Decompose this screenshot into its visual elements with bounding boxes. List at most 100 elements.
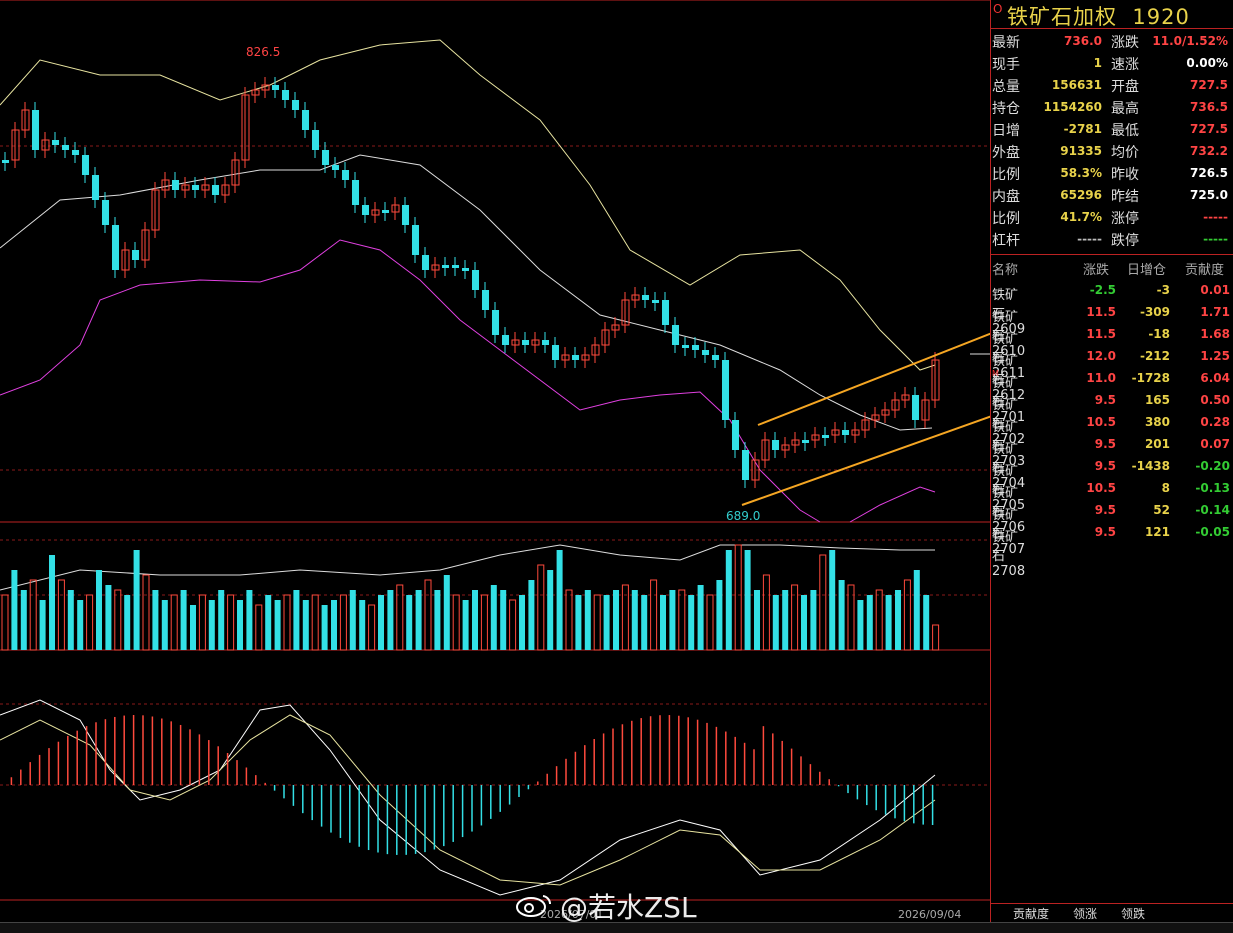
- volume-bar-down: [246, 590, 253, 650]
- contract-change: 11.5: [1086, 327, 1116, 341]
- contract-contribution: 1.71: [1200, 305, 1230, 319]
- volume-bar-down: [725, 550, 732, 650]
- candle-body-down: [332, 165, 339, 170]
- volume-bar-down: [547, 570, 554, 650]
- volume-bar-down: [613, 590, 619, 650]
- volume-bar-down: [866, 595, 873, 650]
- quote-label: 速涨: [1111, 57, 1139, 73]
- volume-bar-up: [311, 594, 319, 651]
- quote-row: 比例 41.7% 涨停 -----: [991, 205, 1233, 227]
- tab-top-losers[interactable]: 领跌: [1121, 905, 1145, 922]
- volume-bar-down: [39, 600, 46, 650]
- candle-body-down: [92, 175, 99, 200]
- quote-value: 732.2: [1190, 144, 1228, 158]
- volume-bar-down: [67, 590, 74, 650]
- candle-body-down: [312, 130, 319, 150]
- quote-label: 日增: [992, 123, 1020, 139]
- volume-bar-up: [227, 594, 235, 651]
- volume-bar-up: [424, 579, 432, 651]
- contract-change: 9.5: [1094, 525, 1116, 539]
- volume-bar-down: [810, 590, 817, 650]
- quote-row: 现手 1 速涨 0.00%: [991, 51, 1233, 73]
- candle-body-down: [132, 250, 139, 260]
- candle-body-down: [642, 295, 649, 300]
- contract-list: 铁矿石2609 -2.5 -3 0.01 铁矿石2610 11.5 -309 1.…: [991, 278, 1233, 579]
- volume-bar-down: [133, 550, 140, 650]
- volume-bar-up: [198, 594, 206, 651]
- volume-bar-down: [443, 575, 450, 650]
- tab-contribution[interactable]: 贡献度: [1013, 905, 1049, 922]
- quote-value: 1154260: [1043, 100, 1102, 114]
- volume-bar-up: [650, 579, 658, 651]
- quote-row: 外盘 91335 均价 732.2: [991, 139, 1233, 161]
- candle-body-down: [502, 335, 509, 345]
- volume-bar-down: [180, 590, 187, 650]
- volume-bar-down: [895, 590, 901, 650]
- candle-body-down: [2, 160, 9, 163]
- quote-label: 开盘: [1111, 79, 1139, 95]
- quote-panel: O 铁矿石加权 1920 最新 736.0 涨跌 11.0/1.52% 现手 1 …: [990, 0, 1233, 932]
- col-change[interactable]: 涨跌: [1083, 259, 1109, 278]
- candle-body-down: [802, 440, 809, 443]
- lower-band-tail: [849, 486, 936, 523]
- quote-value: 725.0: [1190, 188, 1228, 202]
- volume-bar-up: [142, 574, 150, 651]
- col-name[interactable]: 名称: [992, 259, 1018, 278]
- candle-body-down: [282, 90, 289, 100]
- volume-bar-down: [415, 590, 422, 650]
- volume-bar-down: [584, 590, 591, 650]
- candle-body-down: [452, 265, 459, 268]
- volume-bar-down: [641, 595, 648, 650]
- volume-bar-up: [480, 594, 488, 651]
- candle-body-down: [662, 300, 669, 325]
- candle-body-down: [302, 110, 309, 130]
- volume-bar-up: [819, 554, 827, 651]
- contract-row[interactable]: 铁矿石2609 -2.5 -3 0.01: [991, 278, 1233, 337]
- kline-chart[interactable]: [0, 0, 990, 932]
- contract-contribution: 0.01: [1200, 283, 1230, 297]
- contract-change: 9.5: [1094, 393, 1116, 407]
- candle-body-down: [822, 435, 829, 438]
- contract-contribution: 1.68: [1200, 327, 1230, 341]
- tab-top-gainers[interactable]: 领涨: [1073, 905, 1097, 922]
- contract-row[interactable]: 铁矿石2706 10.5 8 -0.13: [991, 476, 1233, 535]
- volume-bar-down: [321, 605, 328, 650]
- contract-row[interactable]: 铁矿石2611 11.5 -18 1.68: [991, 322, 1233, 381]
- contract-row[interactable]: 铁矿石2702 9.5 165 0.50: [991, 388, 1233, 447]
- quote-label: 均价: [1111, 145, 1139, 161]
- volume-bar-down: [603, 595, 610, 650]
- quote-label: 比例: [992, 167, 1020, 183]
- contract-row[interactable]: 铁矿石2610 11.5 -309 1.71: [991, 300, 1233, 359]
- col-daily-oi[interactable]: 日增仓: [1127, 259, 1166, 278]
- candle-body-down: [412, 225, 419, 255]
- contract-row[interactable]: 铁矿石2704 9.5 201 0.07: [991, 432, 1233, 491]
- contract-change: 9.5: [1094, 437, 1116, 451]
- candle-body-down: [112, 225, 119, 270]
- volume-bar-down: [20, 590, 27, 650]
- quote-value: 736.5: [1190, 100, 1228, 114]
- volume-bar-down: [801, 595, 807, 650]
- volume-bar-up: [339, 594, 347, 651]
- candle-body-down: [382, 210, 389, 213]
- contract-contribution: 0.07: [1200, 437, 1230, 451]
- contract-row[interactable]: 铁矿石2708 9.5 121 -0.05: [991, 520, 1233, 579]
- candle-body-down: [52, 140, 59, 145]
- volume-bar-down: [359, 600, 366, 650]
- contract-row[interactable]: 铁矿石2707 9.5 52 -0.14: [991, 498, 1233, 557]
- volume-bar-down: [152, 590, 159, 650]
- contract-row[interactable]: 铁矿石2705 9.5 -1438 -0.20: [991, 454, 1233, 513]
- volume-bar-up: [593, 594, 601, 651]
- contract-row[interactable]: 铁矿石2701 M 11.0 -1728 6.04: [991, 366, 1233, 425]
- volume-bars: [1, 544, 940, 651]
- candle-body-down: [472, 270, 479, 290]
- volume-bar-down: [124, 595, 131, 650]
- contract-row[interactable]: 铁矿石2703 10.5 380 0.28: [991, 410, 1233, 469]
- contract-change: 11.0: [1086, 371, 1116, 385]
- contract-daily-oi: -212: [1139, 349, 1170, 363]
- candle-body-down: [682, 345, 689, 348]
- contract-daily-oi: 165: [1144, 393, 1170, 407]
- date-axis-label: 2026/09/04: [898, 908, 962, 921]
- col-contribution[interactable]: 贡献度: [1185, 259, 1224, 278]
- instrument-header: O 铁矿石加权 1920: [991, 0, 1233, 29]
- contract-row[interactable]: 铁矿石2612 12.0 -212 1.25: [991, 344, 1233, 403]
